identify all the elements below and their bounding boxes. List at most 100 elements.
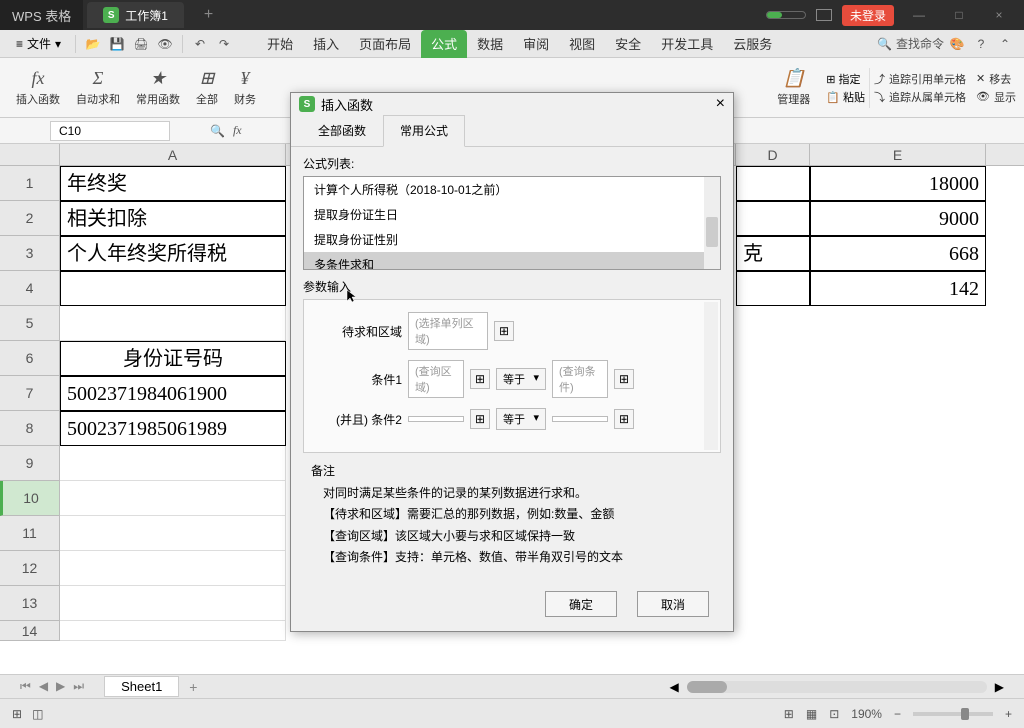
cancel-button[interactable]: 取消 [637, 591, 709, 617]
scrollbar[interactable] [704, 302, 718, 450]
col-header-D[interactable]: D [736, 144, 810, 165]
cell-A6[interactable]: 身份证号码 [60, 341, 286, 376]
insert-function-button[interactable]: fx插入函数 [8, 60, 68, 116]
minimize-button[interactable]: — [904, 8, 934, 22]
hscrollbar[interactable] [687, 681, 987, 693]
assign-button[interactable]: ⊞ 指定 [826, 71, 865, 87]
cell-A4[interactable] [60, 271, 286, 306]
paste-button[interactable]: 📋 粘贴 [826, 89, 865, 105]
sheet-nav-last[interactable]: ⏭ [73, 679, 84, 694]
range-picker-icon[interactable]: ⊞ [494, 321, 514, 341]
open-icon[interactable]: 📂 [82, 33, 104, 55]
tab-pagelayout[interactable]: 页面布局 [349, 30, 421, 58]
trace-precedents-button[interactable]: ⤴ 追踪引用单元格 [874, 71, 966, 87]
zoom-slider[interactable] [913, 712, 993, 716]
zoom-value[interactable]: 190% [851, 707, 882, 721]
formula-item-selected[interactable]: 多条件求和 [304, 252, 720, 270]
col-header-A[interactable]: A [60, 144, 286, 165]
row-header[interactable]: 7 [0, 376, 60, 411]
param-input[interactable] [408, 416, 464, 422]
cell-A12[interactable] [60, 551, 286, 586]
cell-A9[interactable] [60, 446, 286, 481]
tab-security[interactable]: 安全 [605, 30, 651, 58]
hscroll-left[interactable]: ◀ [670, 680, 679, 694]
sheet-nav-first[interactable]: ⏮ [20, 679, 31, 694]
cell-A10[interactable] [60, 481, 286, 516]
row-header[interactable]: 11 [0, 516, 60, 551]
status-icon[interactable]: ◫ [32, 707, 43, 721]
add-sheet-button[interactable]: + [189, 679, 197, 695]
cell-D1[interactable] [736, 166, 810, 201]
cell-A8[interactable]: 5002371985061989 [60, 411, 286, 446]
formula-item[interactable]: 提取身份证性别 [304, 227, 720, 252]
dialog-tab-common[interactable]: 常用公式 [383, 115, 465, 147]
zoom-in-button[interactable]: + [1005, 707, 1012, 721]
cell-E3[interactable]: 668 [810, 236, 986, 271]
operator-select[interactable]: 等于▾ [496, 408, 546, 430]
scrollbar[interactable] [704, 177, 720, 269]
tab-view[interactable]: 视图 [559, 30, 605, 58]
zoom-icon[interactable]: 🔍 [210, 124, 225, 138]
row-header[interactable]: 3 [0, 236, 60, 271]
autosum-button[interactable]: Σ自动求和 [68, 60, 128, 116]
condition-input[interactable]: (查询条件) [552, 360, 608, 398]
tab-insert[interactable]: 插入 [303, 30, 349, 58]
operator-select[interactable]: 等于▾ [496, 368, 546, 390]
collapse-icon[interactable]: ⌃ [994, 33, 1016, 55]
tab-data[interactable]: 数据 [467, 30, 513, 58]
cell-D4[interactable] [736, 271, 810, 306]
maximize-button[interactable]: □ [944, 8, 974, 22]
cell-E2[interactable]: 9000 [810, 201, 986, 236]
all-fn-button[interactable]: ⊞全部 [188, 60, 226, 116]
cell-A5[interactable] [60, 306, 286, 341]
formula-list[interactable]: 计算个人所得税（2018-10-01之前） 提取身份证生日 提取身份证性别 多条… [303, 176, 721, 270]
row-header[interactable]: 12 [0, 551, 60, 586]
row-header[interactable]: 4 [0, 271, 60, 306]
preview-icon[interactable]: 👁 [154, 33, 176, 55]
formula-item[interactable]: 计算个人所得税（2018-10-01之前） [304, 177, 720, 202]
fx-icon[interactable]: fx [233, 123, 242, 138]
row-header[interactable]: 2 [0, 201, 60, 236]
cell-A14[interactable] [60, 621, 286, 641]
finance-fn-button[interactable]: ¥财务 [226, 60, 264, 116]
row-header[interactable]: 14 [0, 621, 60, 641]
ok-button[interactable]: 确定 [545, 591, 617, 617]
sheet-nav-prev[interactable]: ◀ [39, 679, 48, 694]
show-formulas-button[interactable]: 👁 显示 [976, 89, 1016, 105]
view-normal-icon[interactable]: ⊞ [784, 707, 794, 721]
dialog-close-button[interactable]: × [716, 95, 725, 113]
cell-D3[interactable]: 克 [736, 236, 810, 271]
login-button[interactable]: 未登录 [842, 5, 894, 26]
name-manager-button[interactable]: 📋管理器 [769, 60, 818, 116]
cell-reference-input[interactable] [50, 121, 170, 141]
file-menu[interactable]: ≡ 文件 ▾ [8, 35, 69, 52]
status-icon[interactable]: ⊞ [12, 707, 22, 721]
row-header[interactable]: 5 [0, 306, 60, 341]
select-all-corner[interactable] [0, 144, 60, 165]
row-header[interactable]: 10 [0, 481, 60, 516]
cell-A2[interactable]: 相关扣除 [60, 201, 286, 236]
range-picker-icon[interactable]: ⊞ [470, 369, 490, 389]
row-header[interactable]: 9 [0, 446, 60, 481]
dialog-tab-all[interactable]: 全部函数 [301, 115, 383, 146]
add-tab-button[interactable]: + [204, 6, 213, 24]
document-tab[interactable]: S 工作簿1 [87, 2, 184, 28]
view-break-icon[interactable]: ⊡ [829, 707, 839, 721]
param-input[interactable]: (查询区域) [408, 360, 464, 398]
common-fn-button[interactable]: ★常用函数 [128, 60, 188, 116]
cell-D2[interactable] [736, 201, 810, 236]
style-icon[interactable]: 🎨 [946, 33, 968, 55]
sheet-nav-next[interactable]: ▶ [56, 679, 65, 694]
remove-arrows-button[interactable]: ✕ 移去 [976, 71, 1016, 87]
row-header[interactable]: 6 [0, 341, 60, 376]
zoom-out-button[interactable]: − [894, 707, 901, 721]
cell-A7[interactable]: 5002371984061900 [60, 376, 286, 411]
col-header-E[interactable]: E [810, 144, 986, 165]
range-picker-icon[interactable]: ⊞ [614, 409, 634, 429]
redo-icon[interactable]: ↷ [213, 33, 235, 55]
tab-review[interactable]: 审阅 [513, 30, 559, 58]
formula-item[interactable]: 提取身份证生日 [304, 202, 720, 227]
range-picker-icon[interactable]: ⊞ [470, 409, 490, 429]
row-header[interactable]: 8 [0, 411, 60, 446]
range-picker-icon[interactable]: ⊞ [614, 369, 634, 389]
